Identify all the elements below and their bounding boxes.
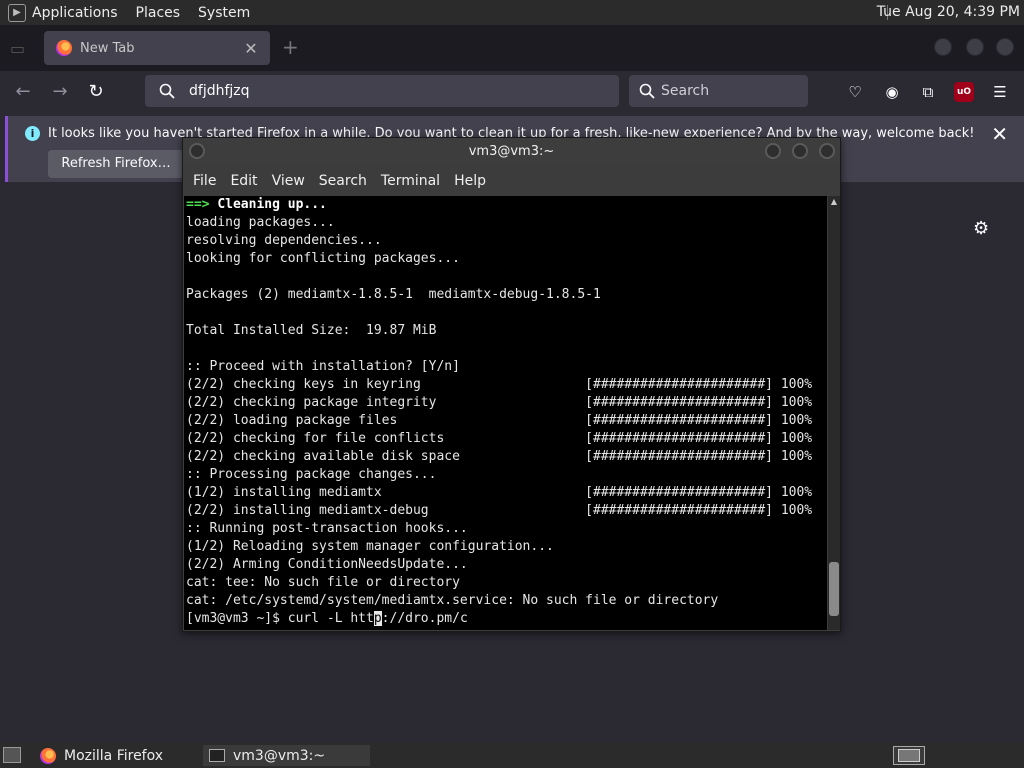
url-bar[interactable]: dfjdhfjzq — [145, 75, 619, 107]
menu-places[interactable]: Places — [136, 5, 181, 21]
terminal-title: vm3@vm3:~ — [468, 144, 555, 159]
terminal-line: (1/2) installing mediamtx [#############… — [186, 485, 813, 500]
search-bar[interactable]: Search — [629, 75, 808, 107]
ublock-icon[interactable]: uO — [954, 82, 974, 102]
url-input[interactable]: dfjdhfjzq — [189, 83, 250, 99]
terminal-line: (2/2) installing mediamtx-debug [#######… — [186, 503, 813, 518]
gear-icon[interactable]: ⚙ — [973, 218, 993, 239]
terminal-titlebar[interactable]: vm3@vm3:~ — [183, 138, 840, 166]
terminal-line: (2/2) loading package files [###########… — [186, 413, 813, 428]
scroll-up-icon[interactable]: ▲ — [828, 196, 840, 208]
text-cursor: p — [373, 611, 382, 626]
prompt-line: [vm3@vm3 ~]$ curl -L http://dro.pm/c — [184, 610, 827, 628]
maximize-button[interactable] — [792, 143, 808, 159]
menu-search[interactable]: Search — [319, 173, 367, 189]
tab-bar: ▭ New Tab ✕ + — [0, 25, 1024, 71]
prompt-text: [vm3@vm3 ~]$ curl -L htt — [186, 611, 374, 626]
nav-bar: ← → ↻ dfjdhfjzq Search ♡ ◉ ⧉ uO ☰ — [0, 71, 1024, 113]
terminal-line: cat: /etc/systemd/system/mediamtx.servic… — [186, 593, 719, 608]
minimize-button[interactable] — [934, 38, 952, 56]
terminal-line: (2/2) checking package integrity [######… — [186, 395, 813, 410]
taskbar-item-terminal[interactable]: vm3@vm3:~ — [203, 745, 370, 766]
search-icon — [639, 83, 655, 99]
terminal-line: :: Processing package changes... — [186, 467, 437, 482]
back-icon[interactable]: ← — [10, 79, 36, 105]
terminal-line: (2/2) Arming ConditionNeedsUpdate... — [186, 557, 468, 572]
workspace-switcher[interactable] — [893, 746, 925, 765]
hamburger-menu-icon[interactable]: ☰ — [990, 82, 1010, 102]
menu-edit[interactable]: Edit — [230, 173, 257, 189]
terminal-line: Total Installed Size: 19.87 MiB — [186, 323, 437, 338]
top-panel: ▶ Applications Places System Tue Aug 20,… — [0, 0, 1024, 25]
menu-file[interactable]: File — [193, 173, 216, 189]
info-icon: i — [25, 126, 40, 141]
search-placeholder: Search — [661, 83, 710, 99]
taskbar-item-label: vm3@vm3:~ — [233, 747, 326, 764]
window-menu-button[interactable] — [189, 143, 205, 159]
menu-view[interactable]: View — [272, 173, 305, 189]
show-desktop-icon[interactable] — [3, 747, 21, 763]
terminal-line: cat: tee: No such file or directory — [186, 575, 460, 590]
terminal-line: (2/2) checking available disk space [###… — [186, 449, 813, 464]
tab-title: New Tab — [80, 40, 135, 56]
taskbar-item-firefox[interactable]: Mozilla Firefox — [34, 745, 198, 766]
terminal-window: vm3@vm3:~ File Edit View Search Terminal… — [182, 137, 841, 632]
terminal-menubar: File Edit View Search Terminal Help — [183, 166, 840, 196]
window-menu-icon[interactable]: ▭ — [10, 39, 28, 58]
terminal-line: :: Running post-transaction hooks... — [186, 521, 468, 536]
close-icon[interactable]: ✕ — [991, 122, 1008, 146]
terminal-line: (2/2) checking for file conflicts [#####… — [186, 431, 813, 446]
menu-help[interactable]: Help — [454, 173, 486, 189]
terminal-line: loading packages... — [186, 215, 335, 230]
refresh-firefox-button[interactable]: Refresh Firefox… — [48, 150, 184, 178]
menu-terminal[interactable]: Terminal — [381, 173, 440, 189]
new-tab-icon[interactable]: + — [282, 35, 299, 59]
firefox-icon — [40, 747, 56, 764]
maximize-button[interactable] — [966, 38, 984, 56]
terminal-line: ==> Cleaning up... — [184, 196, 827, 214]
taskbar-item-label: Mozilla Firefox — [64, 747, 164, 764]
reload-icon[interactable]: ↻ — [83, 79, 109, 105]
account-icon[interactable]: ◉ — [882, 82, 902, 102]
forward-icon[interactable]: → — [47, 79, 73, 105]
terminal-scrollbar[interactable]: ▲ — [828, 196, 840, 630]
distro-logo-icon[interactable]: ▶ — [8, 3, 26, 22]
close-icon[interactable]: ✕ — [242, 39, 260, 58]
cleanup-text: Cleaning up... — [217, 197, 327, 212]
tab-new-tab[interactable]: New Tab ✕ — [44, 31, 270, 65]
pocket-icon[interactable]: ♡ — [845, 82, 865, 102]
close-button[interactable] — [819, 143, 835, 159]
terminal-screen[interactable]: ==> Cleaning up... loading packages... r… — [184, 196, 827, 630]
clock[interactable]: Tue Aug 20, 4:39 PM — [877, 4, 1020, 20]
firefox-icon — [56, 40, 72, 56]
prompt-text-rest: ://dro.pm/c — [381, 611, 468, 626]
terminal-line: (2/2) checking keys in keyring [########… — [186, 377, 813, 392]
menu-applications[interactable]: Applications — [32, 5, 118, 21]
terminal-line: resolving dependencies... — [186, 233, 382, 248]
terminal-line: looking for conflicting packages... — [186, 251, 460, 266]
terminal-line: Packages (2) mediamtx-1.8.5-1 mediamtx-d… — [186, 287, 601, 302]
terminal-line: (1/2) Reloading system manager configura… — [186, 539, 554, 554]
scrollbar-thumb[interactable] — [829, 562, 839, 616]
minimize-button[interactable] — [765, 143, 781, 159]
terminal-icon — [209, 749, 225, 762]
terminal-line: :: Proceed with installation? [Y/n] — [186, 359, 460, 374]
window-close-button[interactable] — [996, 38, 1014, 56]
cleanup-arrow: ==> — [186, 197, 210, 212]
extensions-icon[interactable]: ⧉ — [918, 82, 938, 102]
search-icon — [159, 83, 175, 99]
menu-system[interactable]: System — [198, 5, 250, 21]
bottom-panel: Mozilla Firefox vm3@vm3:~ — [0, 743, 1024, 768]
